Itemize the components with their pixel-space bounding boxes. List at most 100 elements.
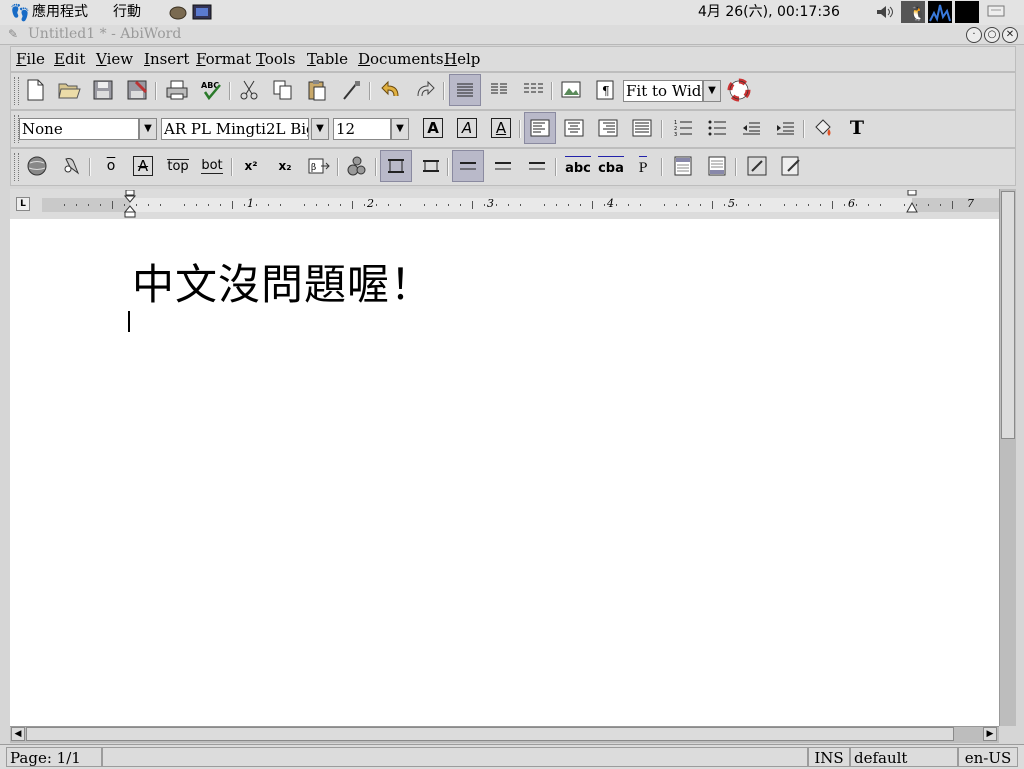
horizontal-scroll-thumb[interactable] — [26, 727, 954, 741]
strikethrough-button[interactable]: A — [129, 152, 157, 180]
superscript-button[interactable]: x² — [237, 152, 265, 180]
justify-icon[interactable] — [628, 114, 656, 142]
spacing-before-large-icon[interactable] — [523, 152, 551, 180]
three-columns-icon[interactable] — [519, 76, 547, 104]
text-color-icon[interactable]: T — [843, 114, 871, 142]
dominant-direction-button[interactable]: P — [629, 152, 657, 180]
menu-insert[interactable]: Insert — [144, 49, 189, 69]
scroll-left-arrow-icon[interactable]: ◀ — [11, 727, 25, 741]
underline-button[interactable]: A — [487, 114, 515, 142]
menu-file[interactable]: File — [16, 49, 45, 69]
font-combo[interactable]: AR PL Mingti2L Big5 — [161, 118, 309, 140]
insert-symbol-icon[interactable]: β — [305, 152, 333, 180]
italic-button[interactable]: A — [453, 114, 481, 142]
zoom-combo[interactable]: Fit to Width — [623, 80, 703, 102]
copy-icon[interactable] — [269, 76, 297, 104]
close-button[interactable]: ✕ — [1002, 27, 1018, 43]
align-center-icon[interactable] — [560, 114, 588, 142]
tab-stop-type-button[interactable]: L — [16, 197, 30, 211]
align-right-icon[interactable] — [594, 114, 622, 142]
rtl-direction-button[interactable]: cba — [596, 152, 626, 180]
terminal-launcher-icon[interactable] — [192, 3, 212, 22]
menu-documents[interactable]: Documents — [358, 49, 444, 69]
font-size-dropdown-arrow-icon[interactable]: ▼ — [391, 118, 409, 140]
new-document-icon[interactable] — [21, 76, 49, 104]
edit-document-icon[interactable] — [777, 152, 805, 180]
line-spacing-icon[interactable] — [417, 152, 445, 180]
window-title-bar[interactable]: ✎ Untitled1 * - AbiWord · ○ ✕ — [0, 25, 1024, 45]
font-dropdown-arrow-icon[interactable]: ▼ — [311, 118, 329, 140]
show-formatting-marks-icon[interactable]: ¶ — [591, 76, 619, 104]
undo-icon[interactable] — [377, 76, 405, 104]
font-size-combo[interactable]: 12 — [333, 118, 391, 140]
plugins-gears-icon[interactable] — [343, 152, 371, 180]
bulleted-list-icon[interactable] — [703, 114, 731, 142]
one-column-icon[interactable] — [449, 74, 481, 106]
format-painter-icon[interactable] — [337, 76, 365, 104]
insert-mode-indicator[interactable]: INS — [808, 747, 850, 767]
insert-hyperlink-globe-icon[interactable] — [23, 152, 51, 180]
redo-icon[interactable] — [411, 76, 439, 104]
two-columns-icon[interactable] — [485, 76, 513, 104]
save-as-icon[interactable] — [123, 76, 151, 104]
menu-edit[interactable]: Edit — [54, 49, 85, 69]
horizontal-ruler[interactable]: L 1 2 3 4 5 6 7 — [10, 189, 1002, 219]
clock[interactable]: 4月 26(六), 00:17:36 — [698, 3, 840, 22]
edit-header-icon[interactable] — [669, 152, 697, 180]
align-left-icon[interactable] — [524, 112, 556, 144]
mozilla-launcher-icon[interactable] — [168, 3, 188, 22]
spellcheck-icon[interactable]: ABC — [197, 76, 225, 104]
document-text[interactable]: 中文沒問題喔！ — [132, 259, 433, 311]
vertical-scrollbar[interactable] — [999, 189, 1016, 726]
bottomline-button[interactable]: bot — [197, 152, 227, 180]
print-icon[interactable] — [163, 76, 191, 104]
overline-button[interactable]: o — [97, 152, 125, 180]
bold-button[interactable]: A — [419, 114, 447, 142]
document-canvas[interactable]: 中文沒問題喔！ — [10, 219, 999, 726]
view-formatting-icon[interactable] — [743, 152, 771, 180]
menu-format[interactable]: Format — [196, 49, 251, 69]
left-indent-marker[interactable] — [123, 189, 137, 222]
gnome-foot-icon[interactable]: 👣 — [10, 3, 30, 22]
single-spacing-icon[interactable] — [380, 150, 412, 182]
cut-scissors-icon[interactable] — [235, 76, 263, 104]
increase-indent-icon[interactable] — [771, 114, 799, 142]
subscript-button[interactable]: x₂ — [271, 152, 299, 180]
vertical-scroll-thumb[interactable] — [1001, 191, 1015, 439]
decrease-indent-icon[interactable] — [737, 114, 765, 142]
style-dropdown-arrow-icon[interactable]: ▼ — [139, 118, 157, 140]
style-combo[interactable]: None — [19, 118, 139, 140]
update-notifier-icon[interactable]: 🐧 — [901, 1, 926, 23]
toolbar-grip[interactable] — [14, 77, 19, 105]
numbered-list-icon[interactable]: 123 — [669, 114, 697, 142]
horizontal-scrollbar[interactable]: ◀ ▶ — [10, 726, 999, 743]
abiword-app-icon[interactable]: ✎ — [8, 27, 18, 41]
paste-clipboard-icon[interactable] — [303, 76, 331, 104]
menu-table[interactable]: Table — [307, 49, 348, 69]
applications-menu[interactable]: 應用程式 — [32, 3, 88, 22]
toolbar-grip[interactable] — [14, 153, 19, 181]
zoom-dropdown-arrow-icon[interactable]: ▼ — [703, 80, 721, 102]
open-folder-icon[interactable] — [55, 76, 83, 104]
scroll-right-arrow-icon[interactable]: ▶ — [983, 727, 997, 741]
spacing-before-small-icon[interactable] — [489, 152, 517, 180]
background-color-bucket-icon[interactable] — [809, 114, 837, 142]
window-list-icon[interactable] — [986, 3, 1006, 22]
insert-image-icon[interactable] — [557, 76, 585, 104]
menu-help[interactable]: Help — [444, 49, 480, 69]
insert-bookmark-icon[interactable] — [57, 152, 85, 180]
minimize-button[interactable]: · — [966, 27, 982, 43]
topline-button[interactable]: top — [163, 152, 193, 180]
save-disk-icon[interactable] — [89, 76, 117, 104]
ltr-direction-button[interactable]: abc — [563, 152, 593, 180]
spacing-before-none-icon[interactable] — [452, 150, 484, 182]
menu-tools[interactable]: Tools — [256, 49, 295, 69]
right-indent-marker[interactable] — [906, 189, 918, 218]
volume-icon[interactable] — [874, 3, 896, 22]
edit-footer-icon[interactable] — [703, 152, 731, 180]
actions-menu[interactable]: 行動 — [113, 3, 141, 22]
workspace-switcher[interactable] — [955, 1, 979, 23]
help-lifebuoy-icon[interactable] — [725, 76, 753, 104]
maximize-button[interactable]: ○ — [984, 27, 1000, 43]
menu-view[interactable]: View — [96, 49, 133, 69]
